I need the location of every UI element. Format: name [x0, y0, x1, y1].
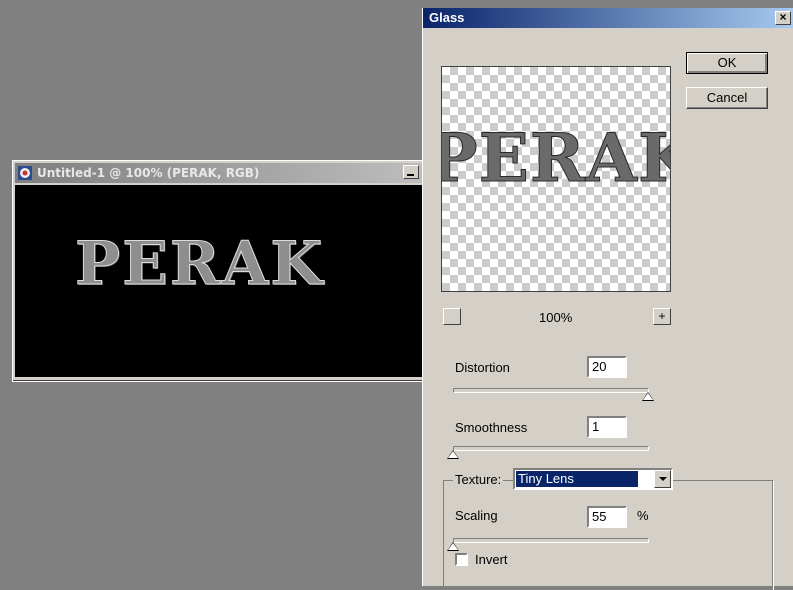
- zoom-in-button[interactable]: +: [653, 308, 671, 325]
- distortion-field[interactable]: 20: [587, 356, 627, 378]
- invert-checkbox[interactable]: [455, 553, 468, 566]
- texture-select[interactable]: Tiny Lens: [513, 468, 673, 490]
- glass-dialog: Glass × PERAK OK Cancel 100% + Distortio…: [422, 8, 793, 590]
- smoothness-slider-thumb[interactable]: [447, 450, 459, 459]
- cancel-button[interactable]: Cancel: [686, 87, 768, 109]
- smoothness-label: Smoothness: [455, 420, 528, 435]
- photoshop-document-icon: [17, 165, 33, 181]
- texture-group: [443, 480, 773, 590]
- distortion-label: Distortion: [455, 360, 510, 375]
- scaling-label: Scaling: [455, 508, 498, 523]
- zoom-out-button[interactable]: [443, 308, 461, 325]
- close-icon[interactable]: ×: [775, 11, 791, 25]
- distortion-slider[interactable]: [453, 388, 649, 393]
- distortion-slider-thumb[interactable]: [642, 392, 654, 401]
- preview-text: PERAK: [442, 119, 670, 198]
- document-title: Untitled-1 @ 100% (PERAK, RGB): [37, 166, 260, 180]
- dialog-title: Glass: [429, 10, 465, 25]
- canvas-text-layer: PERAK: [74, 229, 325, 300]
- filter-preview[interactable]: PERAK: [441, 66, 671, 292]
- document-titlebar[interactable]: Untitled-1 @ 100% (PERAK, RGB): [15, 163, 423, 183]
- document-canvas[interactable]: PERAK: [15, 185, 423, 377]
- minimize-button[interactable]: [403, 165, 419, 179]
- dialog-titlebar[interactable]: Glass ×: [423, 8, 793, 28]
- scaling-slider-thumb[interactable]: [447, 542, 459, 551]
- scaling-unit: %: [637, 508, 649, 523]
- zoom-level: 100%: [539, 310, 573, 325]
- chevron-down-icon[interactable]: [654, 470, 671, 488]
- texture-selected-value: Tiny Lens: [516, 471, 638, 487]
- invert-label: Invert: [475, 552, 508, 567]
- document-window: Untitled-1 @ 100% (PERAK, RGB) PERAK: [12, 160, 424, 382]
- smoothness-slider[interactable]: [453, 446, 649, 451]
- texture-label: Texture:: [453, 472, 504, 487]
- scaling-slider[interactable]: [453, 538, 649, 543]
- ok-button[interactable]: OK: [686, 52, 768, 74]
- smoothness-field[interactable]: 1: [587, 416, 627, 438]
- scaling-field[interactable]: 55: [587, 506, 627, 528]
